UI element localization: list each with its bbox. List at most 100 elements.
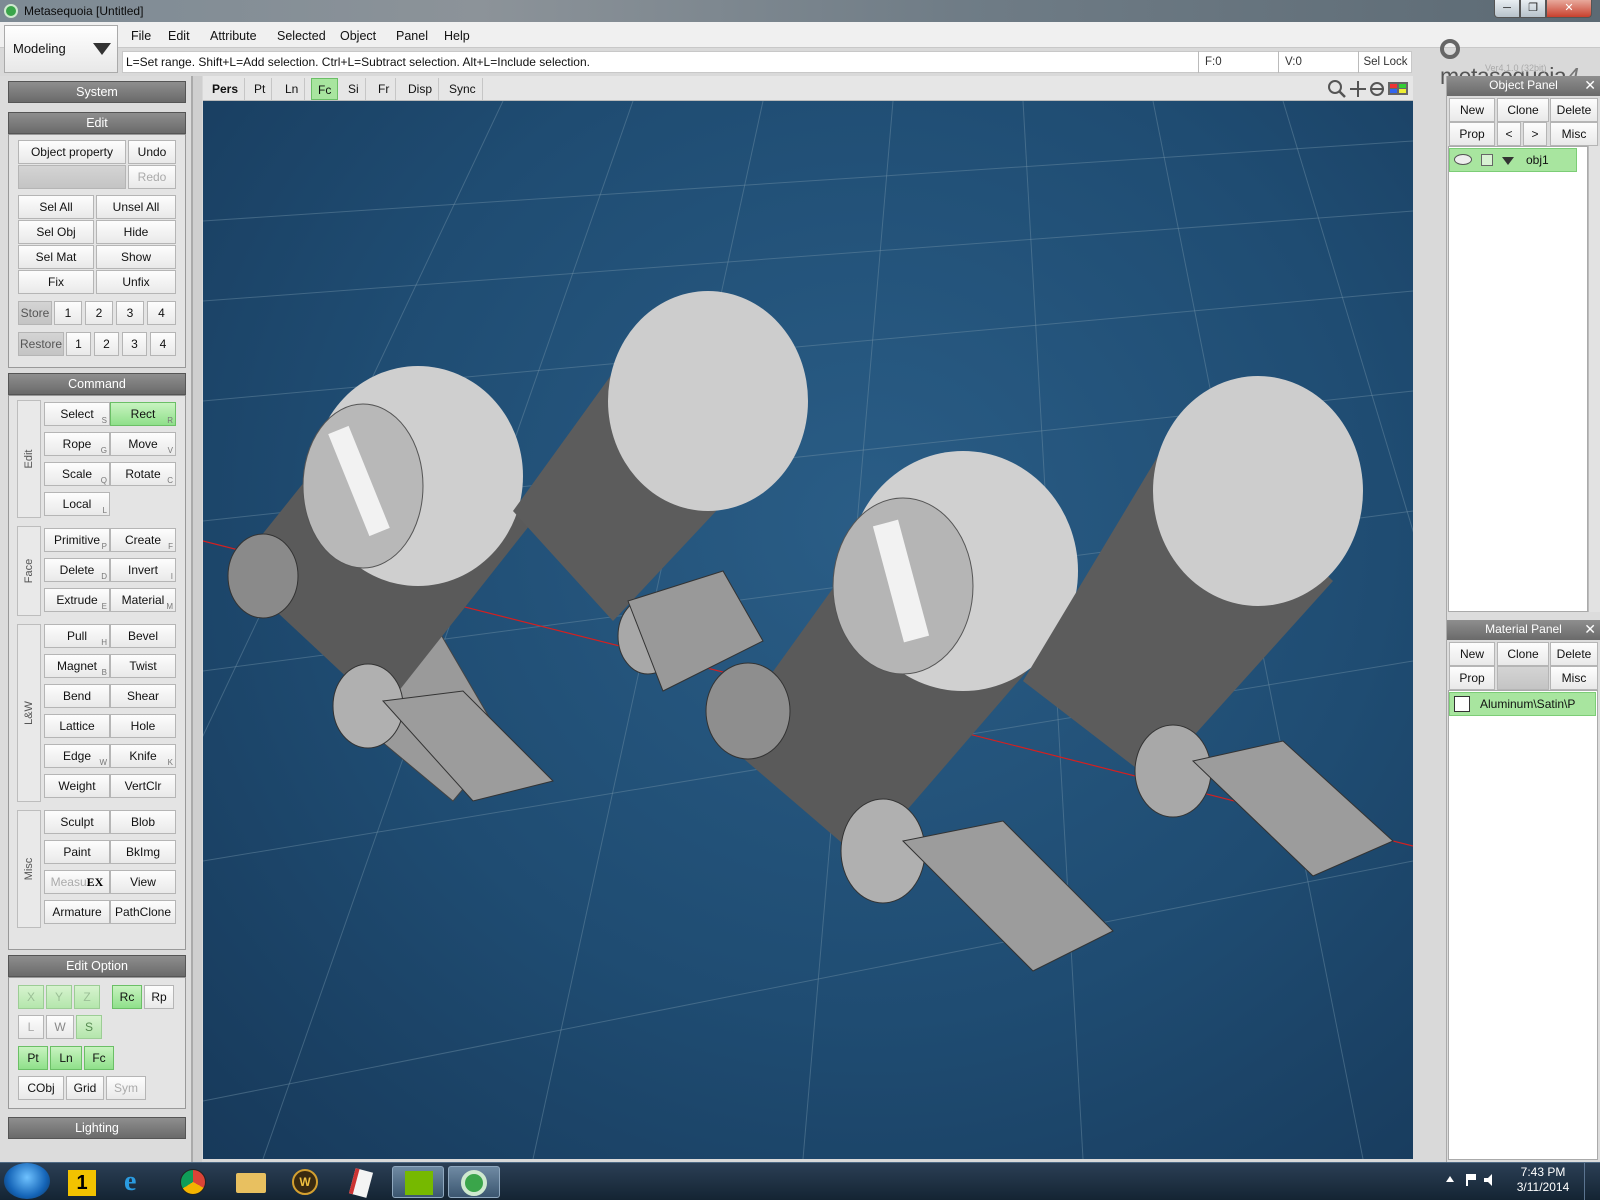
tab-pt[interactable]: Pt — [248, 78, 273, 100]
sel-obj-button[interactable]: Sel Obj — [18, 220, 94, 244]
rotate-button[interactable]: Rotate C — [110, 462, 176, 486]
hide-button[interactable]: Hide — [96, 220, 176, 244]
pt-toggle[interactable]: Pt — [18, 1046, 48, 1070]
menu-edit[interactable]: Edit — [168, 29, 190, 43]
scale-button[interactable]: Scale Q — [44, 462, 110, 486]
bend-button[interactable]: Bend — [44, 684, 110, 708]
unsel-all-button[interactable]: Unsel All — [96, 195, 176, 219]
axis-y-toggle[interactable]: Y — [46, 985, 72, 1009]
sel-all-button[interactable]: Sel All — [18, 195, 94, 219]
shear-button[interactable]: Shear — [110, 684, 176, 708]
restore-4-button[interactable]: 4 — [150, 332, 176, 356]
fc-toggle[interactable]: Fc — [84, 1046, 114, 1070]
cobj-toggle[interactable]: CObj — [18, 1076, 64, 1100]
object-prev-button[interactable]: < — [1497, 122, 1521, 146]
l-toggle[interactable]: L — [18, 1015, 44, 1039]
tab-fc[interactable]: Fc — [311, 78, 339, 100]
pathclone-button[interactable]: PathClone — [110, 900, 176, 924]
object-delete-button[interactable]: Delete — [1550, 98, 1598, 122]
tab-si[interactable]: Si — [342, 78, 366, 100]
object-list-scrollbar[interactable] — [1588, 146, 1600, 612]
ln-toggle[interactable]: Ln — [50, 1046, 82, 1070]
undo-button[interactable]: Undo — [128, 140, 176, 164]
unfix-button[interactable]: Unfix — [96, 270, 176, 294]
select-button[interactable]: Select S — [44, 402, 110, 426]
close-button[interactable]: ✕ — [1546, 0, 1592, 18]
pan-icon[interactable] — [1350, 81, 1366, 97]
sel-lock-button[interactable]: Sel Lock — [1358, 51, 1412, 73]
primitive-button[interactable]: Primitive P — [44, 528, 110, 552]
store-2-button[interactable]: 2 — [85, 301, 113, 325]
maximize-button[interactable]: ❐ — [1520, 0, 1546, 18]
move-button[interactable]: Move V — [110, 432, 176, 456]
grid-toggle[interactable]: Grid — [66, 1076, 104, 1100]
material-misc-button[interactable]: Misc — [1550, 666, 1598, 690]
measure-button[interactable]: MeasuEX — [44, 870, 110, 894]
menu-panel[interactable]: Panel — [396, 29, 428, 43]
material-clone-button[interactable]: Clone — [1497, 642, 1549, 666]
sel-mat-button[interactable]: Sel Mat — [18, 245, 94, 269]
taskbar-clock[interactable]: 7:43 PM 3/11/2014 — [1508, 1165, 1578, 1195]
extrude-button[interactable]: Extrude E — [44, 588, 110, 612]
object-prop-button[interactable]: Prop — [1449, 122, 1495, 146]
material-prop-button[interactable]: Prop — [1449, 666, 1495, 690]
delete-button[interactable]: Delete D — [44, 558, 110, 582]
zoom-icon[interactable] — [1328, 80, 1346, 98]
sculpt-button[interactable]: Sculpt — [44, 810, 110, 834]
restore-1-button[interactable]: 1 — [66, 332, 91, 356]
w-toggle[interactable]: W — [46, 1015, 74, 1039]
menu-selected[interactable]: Selected — [277, 29, 326, 43]
bkimg-button[interactable]: BkImg — [110, 840, 176, 864]
3d-viewport[interactable] — [203, 101, 1413, 1159]
action-center-flag-icon[interactable] — [1466, 1174, 1476, 1186]
hole-button[interactable]: Hole — [110, 714, 176, 738]
sym-toggle[interactable]: Sym — [106, 1076, 146, 1100]
vertclr-button[interactable]: VertClr — [110, 774, 176, 798]
armature-button[interactable]: Armature — [44, 900, 110, 924]
game-launcher-icon[interactable]: W — [280, 1166, 332, 1198]
object-row-obj1[interactable]: obj1 — [1449, 148, 1577, 172]
material-blank-button[interactable] — [1497, 666, 1549, 690]
tray-expand-icon[interactable] — [1446, 1176, 1454, 1182]
close-icon[interactable]: ✕ — [1584, 76, 1596, 95]
material-delete-button[interactable]: Delete — [1550, 642, 1598, 666]
store-1-button[interactable]: 1 — [54, 301, 82, 325]
close-icon[interactable]: ✕ — [1584, 620, 1596, 639]
section-lighting[interactable]: Lighting — [8, 1117, 186, 1139]
local-button[interactable]: Local L — [44, 492, 110, 516]
s-toggle[interactable]: S — [76, 1015, 102, 1039]
menu-attribute[interactable]: Attribute — [210, 29, 257, 43]
object-next-button[interactable]: > — [1523, 122, 1547, 146]
fix-button[interactable]: Fix — [18, 270, 94, 294]
paint-button[interactable]: Paint — [44, 840, 110, 864]
pull-button[interactable]: Pull H — [44, 624, 110, 648]
tab-pers[interactable]: Pers — [206, 78, 246, 100]
file-explorer-icon[interactable] — [224, 1166, 276, 1198]
show-desktop-button[interactable] — [1584, 1163, 1600, 1200]
rc-toggle[interactable]: Rc — [112, 985, 142, 1009]
store-3-button[interactable]: 3 — [116, 301, 144, 325]
start-button[interactable] — [4, 1163, 50, 1199]
object-property-button[interactable]: Object property — [18, 140, 126, 164]
left-panel-scrollbar[interactable] — [192, 76, 202, 1162]
section-command[interactable]: Command — [8, 373, 186, 395]
redo-button[interactable]: Redo — [128, 165, 176, 189]
tab-disp[interactable]: Disp — [402, 78, 440, 100]
magnet-button[interactable]: Magnet B — [44, 654, 110, 678]
object-clone-button[interactable]: Clone — [1497, 98, 1549, 122]
section-system[interactable]: System — [8, 81, 186, 103]
object-new-button[interactable]: New — [1449, 98, 1495, 122]
create-button[interactable]: Create F — [110, 528, 176, 552]
material-row[interactable]: Aluminum\Satin\P — [1449, 692, 1596, 716]
object-misc-button[interactable]: Misc — [1550, 122, 1598, 146]
rotate-view-icon[interactable] — [1370, 82, 1384, 96]
show-button[interactable]: Show — [96, 245, 176, 269]
blank-button[interactable] — [18, 165, 126, 189]
nvidia-icon[interactable] — [392, 1166, 444, 1198]
material-new-button[interactable]: New — [1449, 642, 1495, 666]
blob-button[interactable]: Blob — [110, 810, 176, 834]
invert-button[interactable]: Invert I — [110, 558, 176, 582]
restore-2-button[interactable]: 2 — [94, 332, 119, 356]
tab-fr[interactable]: Fr — [372, 78, 397, 100]
material-button[interactable]: Material M — [110, 588, 176, 612]
